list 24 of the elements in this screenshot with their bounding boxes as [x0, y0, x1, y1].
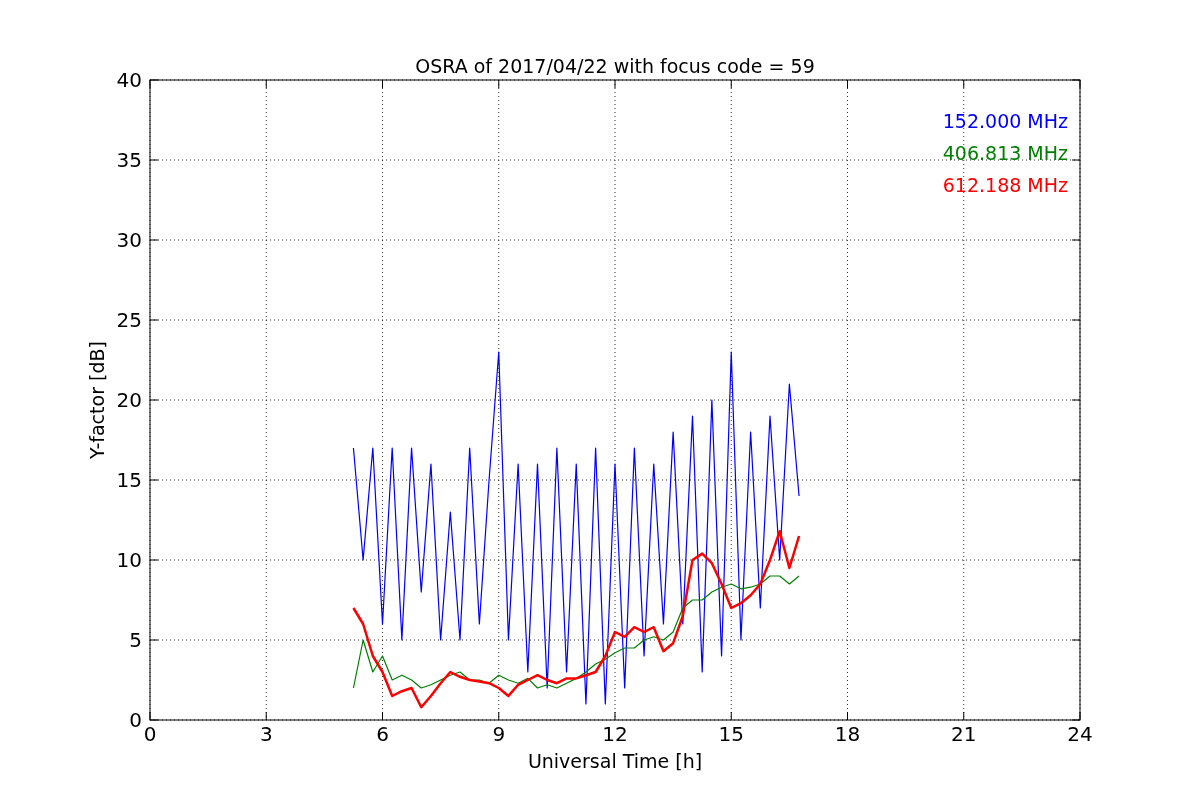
- y-tick-label: 30: [116, 228, 142, 252]
- x-tick-label: 0: [143, 722, 157, 746]
- x-tick-label: 6: [376, 722, 389, 746]
- y-tick-label: 15: [116, 468, 142, 492]
- x-tick-label: 21: [951, 722, 977, 746]
- y-tick-label: 25: [116, 308, 142, 332]
- x-tick-label: 9: [492, 722, 506, 746]
- chart-title: OSRA of 2017/04/22 with focus code = 59: [415, 55, 815, 77]
- x-axis-label: Universal Time [h]: [527, 750, 703, 772]
- y-tick-label: 40: [116, 68, 142, 92]
- legend-label: 152.000 MHz: [942, 110, 1068, 132]
- x-tick-label: 12: [602, 722, 628, 746]
- y-tick-label: 10: [116, 548, 142, 572]
- x-tick-label: 3: [259, 722, 273, 746]
- legend-label: 406.813 MHz: [942, 142, 1068, 164]
- legend-label: 612.188 MHz: [942, 174, 1068, 196]
- x-tick-label: 18: [834, 722, 861, 746]
- x-tick-label: 24: [1067, 722, 1093, 746]
- y-tick-label: 35: [116, 148, 142, 172]
- y-tick-label: 0: [129, 708, 142, 732]
- y-axis-label: Y-factor [dB]: [86, 341, 108, 459]
- y-tick-label: 5: [129, 628, 142, 652]
- y-tick-label: 20: [116, 388, 142, 412]
- x-tick-label: 15: [718, 722, 744, 746]
